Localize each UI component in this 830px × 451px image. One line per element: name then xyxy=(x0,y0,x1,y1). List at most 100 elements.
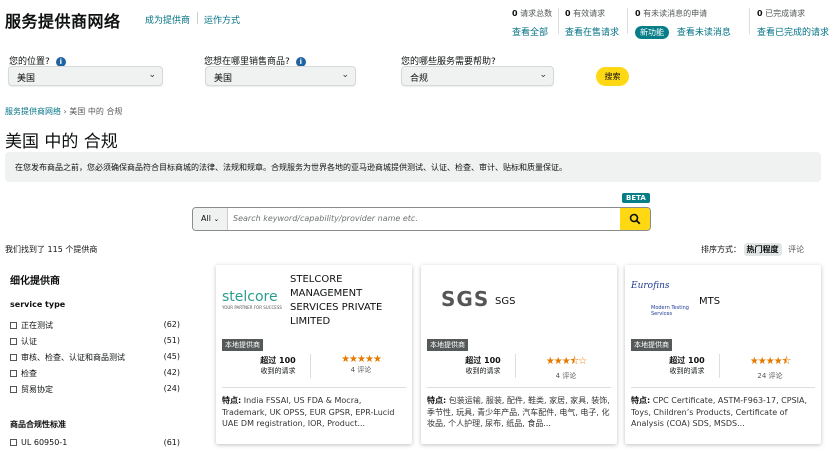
requests-label: 收到的请求 xyxy=(465,367,501,375)
sort-label: 排序方式： xyxy=(701,245,741,254)
filter-checkbox-row[interactable]: 审核、检查、认证和商品测试 (45) xyxy=(10,352,180,363)
rating-stat: ★★★★★ 4 评论 xyxy=(316,354,406,375)
filter-checkbox-row[interactable]: UL 60950-1 (61) xyxy=(10,438,180,447)
info-banner: 在您发布商品之前，您必须确保商品符合目标商城的法律、法规和规章。合规服务为世界各… xyxy=(5,152,821,182)
provider-card[interactable]: Eurofins Modern Testing Services MTS 本地提… xyxy=(625,265,821,444)
star-rating: ★★★★⯪ xyxy=(749,356,791,367)
filter-count: (45) xyxy=(163,352,180,361)
view-unread-link[interactable]: 查看未读消息 xyxy=(677,28,731,38)
checkbox[interactable] xyxy=(10,338,17,345)
search-input[interactable]: Search keyword/capability/provider name … xyxy=(233,214,418,223)
service-select[interactable]: 合规 ⌄ xyxy=(401,66,554,86)
star-rating: ★★★⯪☆ xyxy=(545,356,587,367)
service-value: 合规 xyxy=(410,74,429,84)
how-it-works-link[interactable]: 运作方式 xyxy=(204,13,240,26)
search-scope-select[interactable]: All ⌄ xyxy=(193,208,228,230)
stat-label: 已完成请求 xyxy=(765,9,806,18)
filter-label: UL 60950-1 xyxy=(21,438,68,447)
beta-badge: BETA xyxy=(622,193,650,203)
filter-count: (62) xyxy=(163,320,180,329)
logo-tagline: Modern Testing Services xyxy=(651,305,689,317)
features-label: 特点: xyxy=(427,396,447,405)
local-provider-badge: 本地提供商 xyxy=(631,339,672,351)
market-select[interactable]: 美国 ⌄ xyxy=(205,66,356,86)
stat-label: 请求总数 xyxy=(520,9,553,18)
checkbox[interactable] xyxy=(10,439,17,446)
filter-checkbox-row[interactable]: 正在测试 (62) xyxy=(10,320,180,331)
location-select[interactable]: 美国 ⌄ xyxy=(8,66,163,86)
features-text: CPC Certificate, ASTM-F963-17, CPSIA, To… xyxy=(631,396,808,429)
sort-option-popularity[interactable]: 热门程度 xyxy=(743,243,782,256)
search-scope-value: All xyxy=(201,214,211,223)
filter-count: (24) xyxy=(163,384,180,393)
requests-value: 超过 100 xyxy=(260,356,296,365)
info-icon[interactable]: i xyxy=(55,56,66,67)
filter-count: (61) xyxy=(163,438,180,447)
checkbox[interactable] xyxy=(10,370,17,377)
requests-stat: 超过 100 收到的请求 xyxy=(647,355,727,376)
filter-checkbox-row[interactable]: 检查 (42) xyxy=(10,368,180,379)
provider-card[interactable]: stelcore YOUR PARTNER FOR SUCCESS STELCO… xyxy=(216,265,412,444)
new-feature-badge: 新功能 xyxy=(635,26,669,39)
card-divider xyxy=(222,387,406,388)
provider-features: 特点: CPC Certificate, ASTM-F963-17, CPSIA… xyxy=(631,395,817,437)
review-count[interactable]: 4 评论 xyxy=(351,366,372,374)
logo-tagline: YOUR PARTNER FOR SUCCESS xyxy=(222,305,282,310)
view-active-link[interactable]: 查看在售请求 xyxy=(565,25,619,38)
stat-divider xyxy=(310,354,311,378)
provider-name[interactable]: MTS xyxy=(699,295,720,309)
provider-features: 特点: India FSSAI, US FDA & Mocra, Tradema… xyxy=(222,395,408,437)
card-divider xyxy=(427,387,611,388)
rating-stat: ★★★★⯪ 24 评论 xyxy=(725,354,815,381)
requests-label: 收到的请求 xyxy=(260,367,296,375)
breadcrumb: 服务提供商网络 › 美国 中的 合规 xyxy=(5,106,122,117)
market-value: 美国 xyxy=(214,74,233,84)
provider-card[interactable]: SGS SGS 本地提供商 超过 100 收到的请求 ★★★⯪☆ 4 评论 特点: … xyxy=(421,265,617,444)
provider-logo: Eurofins Modern Testing Services xyxy=(631,275,695,327)
filter-checkbox-row[interactable]: 认证 (51) xyxy=(10,336,180,347)
requests-label: 收到的请求 xyxy=(669,367,705,375)
filter-label: 正在测试 xyxy=(21,321,53,330)
requests-value: 超过 100 xyxy=(465,356,501,365)
stat-divider xyxy=(558,8,559,34)
local-provider-badge: 本地提供商 xyxy=(427,339,468,351)
chevron-down-icon: ⌄ xyxy=(539,70,547,80)
view-completed-link[interactable]: 查看已完成的请求 xyxy=(757,25,829,38)
provider-name[interactable]: STELCORE MANAGEMENT SERVICES PRIVATE LIM… xyxy=(290,273,412,329)
stat-active-requests: 0 有效请求 查看在售请求 xyxy=(565,8,619,38)
provider-name[interactable]: SGS xyxy=(495,295,515,309)
star-rating: ★★★★★ xyxy=(341,354,382,365)
view-all-link[interactable]: 查看全部 xyxy=(512,25,552,38)
stat-count: 0 xyxy=(565,9,571,18)
review-count[interactable]: 24 评论 xyxy=(757,372,782,380)
info-icon[interactable]: i xyxy=(295,56,306,67)
checkbox[interactable] xyxy=(10,322,17,329)
results-count: 我们找到了 115 个提供商 xyxy=(5,245,98,254)
become-provider-link[interactable]: 成为提供商 xyxy=(145,13,190,26)
stat-divider xyxy=(749,8,750,34)
search-submit-button[interactable] xyxy=(620,208,650,230)
rating-stat: ★★★⯪☆ 4 评论 xyxy=(521,354,611,381)
chevron-down-icon: ⌄ xyxy=(148,70,156,80)
features-text: India FSSAI, US FDA & Mocra, Trademark, … xyxy=(222,396,395,429)
filter-label: 检查 xyxy=(21,369,37,378)
local-provider-badge: 本地提供商 xyxy=(222,339,263,351)
breadcrumb-root-link[interactable]: 服务提供商网络 xyxy=(5,107,61,116)
filter-label: 审核、检查、认证和商品测试 xyxy=(21,353,125,362)
sort-option-reviews[interactable]: 评论 xyxy=(788,245,804,254)
stat-divider xyxy=(627,8,628,34)
checkbox[interactable] xyxy=(10,354,17,361)
requests-stat: 超过 100 收到的请求 xyxy=(238,355,318,376)
checkbox[interactable] xyxy=(10,386,17,393)
filter-checkbox-row[interactable]: 贸易协定 (24) xyxy=(10,384,180,395)
logo-text: SGS xyxy=(441,287,490,311)
header-divider xyxy=(197,12,198,24)
search-button[interactable]: 搜索 xyxy=(596,67,629,86)
filter-count: (42) xyxy=(163,368,180,377)
features-label: 特点: xyxy=(222,396,242,405)
refine-title: 细化提供商 xyxy=(10,276,60,287)
review-count[interactable]: 4 评论 xyxy=(556,372,577,380)
stat-count: 0 xyxy=(757,9,763,18)
chevron-down-icon: ⌄ xyxy=(213,215,220,223)
provider-logo: SGS xyxy=(427,275,491,327)
